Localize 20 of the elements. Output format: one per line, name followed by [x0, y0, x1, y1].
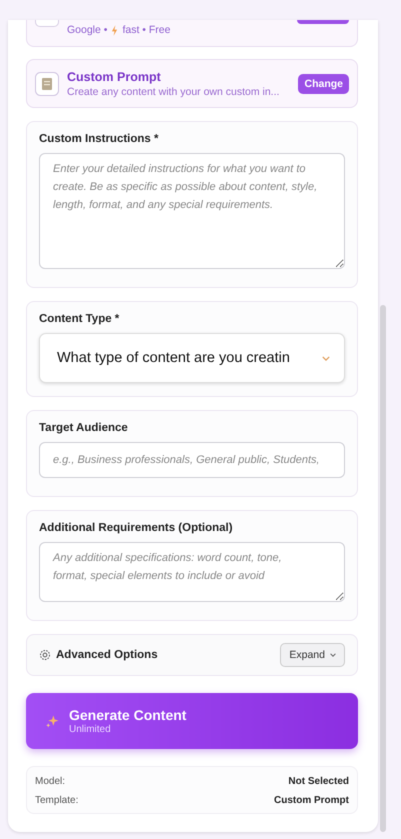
field-label: Target Audience: [39, 422, 129, 434]
summary-label: Model:: [35, 776, 66, 787]
input-field[interactable]: e.g., Business professionals, General public, Students,: [39, 442, 345, 478]
summary-value: Not Selected: [288, 776, 349, 787]
field-label: Additional Requirements (Optional): [39, 522, 234, 534]
expand-button[interactable]: Expand: [280, 643, 345, 667]
field-label: Content Type *: [39, 313, 120, 325]
field-label: Custom Instructions *: [39, 133, 160, 145]
summary-label: Template:: [35, 795, 78, 806]
summary-value: Custom Prompt: [274, 795, 349, 806]
content-type-select[interactable]: What type of content are you creatin: [39, 333, 345, 383]
speed-text: fast • Free: [122, 24, 170, 36]
text-area[interactable]: Any additional specifications: word count, tone, format, special elements to include or avoid: [39, 542, 345, 602]
template-title: Custom Prompt: [67, 70, 162, 84]
template-description: Create any content with your own custom in...: [67, 86, 280, 98]
generate-content-button[interactable]: Generate Content Unlimited: [26, 693, 358, 749]
advanced-options-label: Advanced Options: [56, 649, 159, 661]
change-button[interactable]: Change: [298, 74, 349, 94]
provider-text: Google •: [67, 24, 108, 36]
text-area[interactable]: Enter your detailed instructions for what you want to create. Be as specific as possible about content, style, length, format, and any special requirements.: [39, 153, 345, 269]
